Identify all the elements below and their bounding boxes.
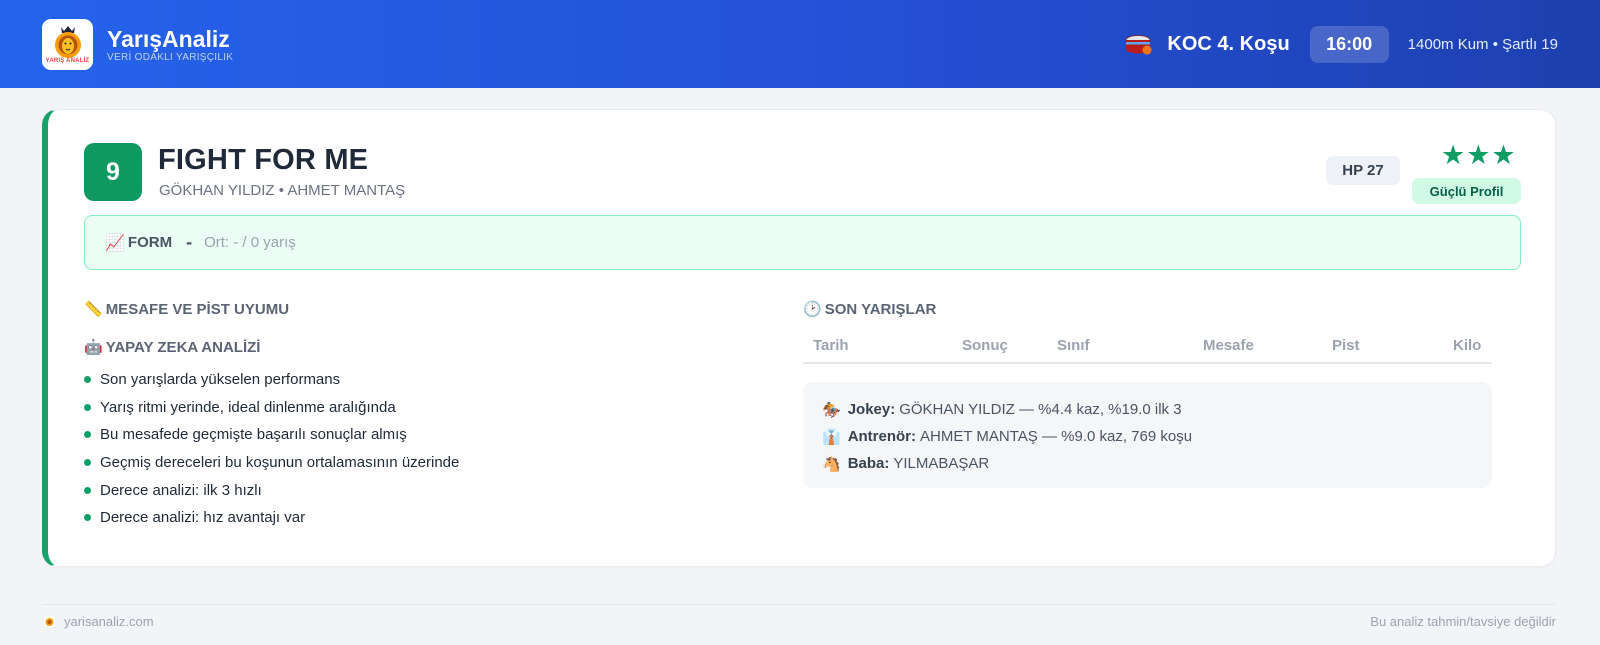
column-header-result[interactable]: Sonuç (962, 337, 1008, 354)
ai-section-label: YAPAY ZEKA ANALİZİ (105, 339, 261, 356)
trainer-value: AHMET MANTAŞ — %9.0 kaz, 769 koşu (920, 428, 1193, 445)
recent-races-table-header: Tarih Sonuç Sınıf Mesafe Pist Kilo (803, 334, 1492, 364)
footer-site-link[interactable]: yarisanaliz.com (64, 614, 154, 629)
brand-logo[interactable]: YARIŞ ANALİZ (42, 18, 93, 70)
footer-disclaimer: Bu analiz tahmin/tavsiye değildir (1370, 614, 1556, 629)
bullet-icon (84, 431, 91, 439)
column-header-weight[interactable]: Kilo (1453, 337, 1481, 354)
jockey-icon: 🏇 (822, 400, 841, 419)
connections-info-box: 🏇 Jokey: GÖKHAN YILDIZ — %4.4 kaz, %19.0 i… (803, 382, 1492, 488)
trainer-label: Antrenör: (847, 428, 917, 445)
list-item: Geçmiş dereceleri bu koşunun ortalamasın… (84, 449, 459, 477)
bullet-icon (84, 403, 91, 411)
list-item: Yarış ritmi yerinde, ideal dinlenme aral… (84, 394, 459, 422)
brand: YarışAnaliz VERİ ODAKLI YARIŞÇILIK (107, 26, 233, 63)
footer-site[interactable]: yarisanaliz.com (42, 614, 154, 629)
recent-races-label: SON YARIŞLAR (824, 301, 937, 318)
list-item: Bu mesafede geçmişte başarılı sonuçlar a… (84, 421, 459, 449)
rating-stars: ★★★ (1441, 140, 1517, 170)
bullet-icon (84, 376, 91, 384)
recent-races-title: 🕑 SON YARIŞLAR (803, 300, 936, 318)
bullet-icon (84, 514, 91, 522)
footer-logo-icon (42, 615, 56, 629)
jockey-info: 🏇 Jokey: GÖKHAN YILDIZ — %4.4 kaz, %19.0 i… (822, 396, 1492, 423)
clock-icon: 🕑 (803, 300, 822, 318)
column-header-track[interactable]: Pist (1332, 337, 1360, 354)
list-item-text: Derece analizi: ilk 3 hızlı (100, 481, 262, 499)
jockey-value: GÖKHAN YILDIZ — %4.4 kaz, %19.0 ilk 3 (899, 401, 1182, 418)
form-average: Ort: - / 0 yarış (204, 234, 296, 251)
hp-badge: HP 27 (1326, 156, 1400, 185)
form-label: FORM (127, 234, 173, 251)
list-item: Derece analizi: ilk 3 hızlı (84, 476, 459, 504)
distance-section-label: MESAFE VE PİST UYUMU (105, 301, 290, 318)
brand-name[interactable]: YarışAnaliz (107, 26, 233, 52)
race-track-icon (1123, 28, 1155, 60)
horse-head-icon: 🐴 (822, 454, 841, 473)
ai-section-title: 🤖 YAPAY ZEKA ANALİZİ (84, 338, 260, 356)
column-header-distance[interactable]: Mesafe (1203, 337, 1254, 354)
list-item-text: Derece analizi: hız avantajı var (100, 509, 306, 527)
list-item: Derece analizi: hız avantajı var (84, 504, 459, 532)
form-value: - (186, 232, 193, 252)
ai-analysis-list: Son yarışlarda yükselen performans Yarış… (84, 366, 459, 532)
footer-divider (42, 604, 1556, 605)
jockey-label: Jokey: (847, 401, 896, 418)
top-header: YARIŞ ANALİZ YarışAnaliz VERİ ODAKLI YAR… (0, 0, 1600, 88)
sire-label: Baba: (847, 455, 890, 472)
horse-card: 9 FIGHT FOR ME GÖKHAN YILDIZ • AHMET MAN… (42, 109, 1556, 567)
trainer-info: 👔 Antrenör: AHMET MANTAŞ — %9.0 kaz, 769 k… (822, 423, 1492, 450)
column-header-date[interactable]: Tarih (813, 337, 849, 354)
bullet-icon (84, 486, 91, 494)
horse-number-badge: 9 (84, 143, 142, 201)
lion-crest-icon (54, 26, 81, 58)
bullet-icon (84, 459, 91, 467)
trainer-icon: 👔 (822, 427, 841, 446)
distance-section-title: 📏 MESAFE VE PİST UYUMU (84, 300, 289, 318)
ruler-icon: 📏 (84, 300, 103, 318)
list-item-text: Son yarışlarda yükselen performans (100, 371, 341, 389)
robot-icon: 🤖 (84, 338, 103, 356)
brand-tagline: VERİ ODAKLI YARIŞÇILIK (107, 51, 234, 63)
race-details: 1400m Kum • Şartlı 19 (1407, 35, 1558, 53)
form-box: 📈 FORM - Ort: - / 0 yarış (84, 215, 1521, 270)
sire-value: YILMABAŞAR (893, 455, 990, 472)
list-item-text: Geçmiş dereceleri bu koşunun ortalamasın… (100, 454, 460, 472)
horse-name: FIGHT FOR ME (158, 144, 369, 176)
list-item: Son yarışlarda yükselen performans (84, 366, 459, 394)
race-time-badge: 16:00 (1309, 25, 1389, 63)
profile-badge: Güçlü Profil (1412, 178, 1521, 204)
race-title: KOC 4. Koşu (1167, 32, 1290, 55)
column-header-class[interactable]: Sınıf (1057, 337, 1090, 354)
chart-up-icon: 📈 (105, 233, 125, 252)
list-item-text: Bu mesafede geçmişte başarılı sonuçlar a… (100, 426, 407, 444)
sire-info: 🐴 Baba: YILMABAŞAR (822, 450, 1492, 477)
horse-subtitle: GÖKHAN YILDIZ • AHMET MANTAŞ (159, 182, 406, 199)
logo-text: YARIŞ ANALİZ (45, 58, 90, 64)
list-item-text: Yarış ritmi yerinde, ideal dinlenme aral… (100, 398, 396, 416)
